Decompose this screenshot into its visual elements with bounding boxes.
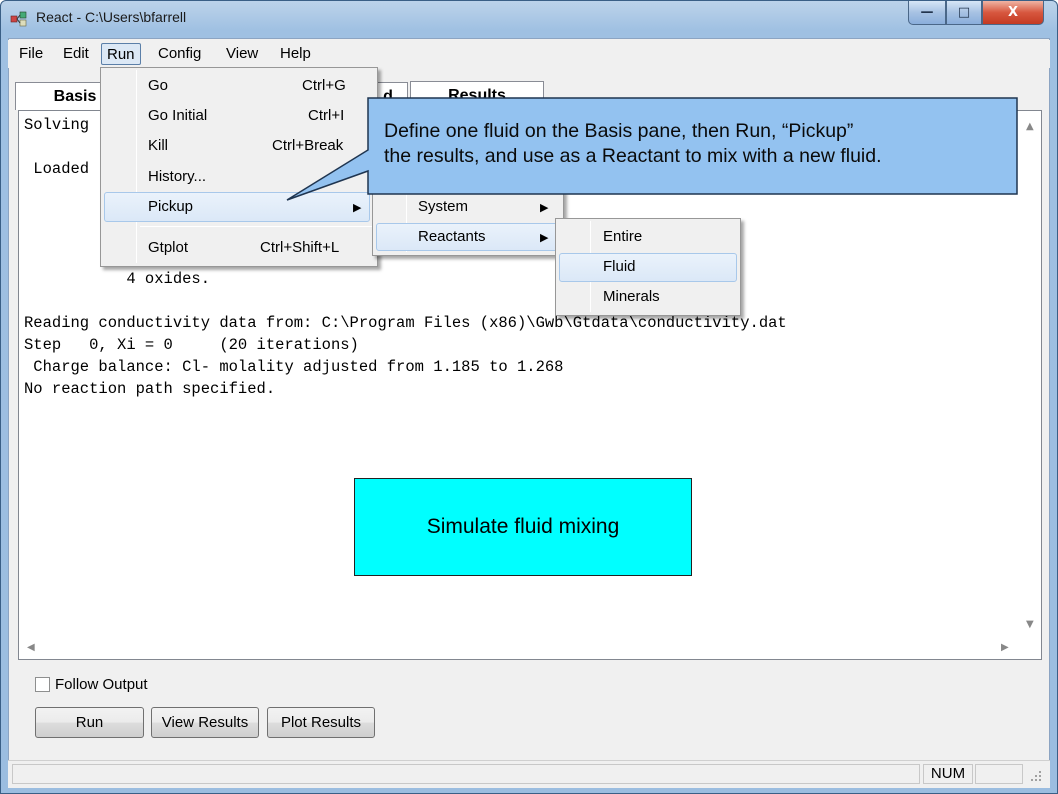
- menu-help[interactable]: Help: [275, 43, 316, 65]
- minimize-button[interactable]: —: [908, 1, 946, 25]
- output-line: Solving: [24, 116, 90, 134]
- menu-gutter: [136, 70, 137, 263]
- run-menu-gtplot-shortcut: Ctrl+Shift+L: [260, 239, 340, 256]
- run-menu: [100, 67, 378, 267]
- minimize-icon: —: [920, 5, 934, 20]
- run-menu-kill-shortcut: Ctrl+Break: [272, 137, 344, 154]
- status-panel: [12, 764, 920, 784]
- resize-grip-icon[interactable]: [1028, 768, 1044, 784]
- simulate-fluid-mixing-box: Simulate fluid mixing: [354, 478, 692, 576]
- plot-results-label: Plot Results: [280, 714, 362, 731]
- tab-basis-label: Basis: [53, 88, 97, 105]
- output-line: Step 0, Xi = 0 (20 iterations): [24, 336, 359, 354]
- reactants-submenu-minerals[interactable]: Minerals: [603, 288, 660, 305]
- maximize-button[interactable]: □: [946, 1, 982, 25]
- run-button-label: Run: [75, 714, 104, 731]
- output-line: Charge balance: Cl- molality adjusted fr…: [24, 358, 564, 376]
- pickup-submenu-arrow-icon: ▶: [353, 202, 362, 214]
- tab-results-label: Results: [448, 87, 506, 104]
- close-button[interactable]: X: [982, 1, 1044, 25]
- callout-line-2: the results, and use as a Reactant to mi…: [384, 145, 882, 167]
- reactants-submenu-fluid[interactable]: Fluid: [603, 258, 636, 275]
- view-results-label: View Results: [161, 714, 249, 731]
- scroll-right-icon[interactable]: ▶: [1001, 642, 1009, 653]
- plot-results-button[interactable]: Plot Results: [267, 707, 375, 738]
- run-menu-pickup[interactable]: Pickup: [148, 198, 193, 215]
- status-num: NUM: [923, 764, 973, 784]
- maximize-icon: □: [957, 5, 971, 20]
- vertical-scrollbar[interactable]: ▲ ▼: [1020, 111, 1041, 638]
- output-line: No reaction path specified.: [24, 380, 276, 398]
- menu-view[interactable]: View: [221, 43, 263, 65]
- horizontal-scrollbar[interactable]: ◀ ▶: [19, 638, 1020, 659]
- output-line: 4 oxides.: [24, 270, 211, 288]
- reactants-submenu-arrow-icon: ▶: [540, 232, 549, 244]
- output-line: Loaded: [24, 160, 90, 178]
- tab-results[interactable]: Results: [410, 81, 544, 111]
- scroll-left-icon[interactable]: ◀: [27, 642, 35, 653]
- pickup-submenu-reactants[interactable]: Reactants: [418, 228, 486, 245]
- run-menu-kill[interactable]: Kill: [148, 137, 168, 154]
- reactants-submenu-entire[interactable]: Entire: [603, 228, 642, 245]
- menu-config[interactable]: Config: [153, 43, 206, 65]
- title-bar[interactable]: React - C:\Users\bfarrell: [0, 0, 1058, 38]
- run-menu-go-shortcut: Ctrl+G: [302, 77, 346, 94]
- callout-text: Define one fluid on the Basis pane, then…: [384, 119, 1014, 169]
- system-submenu-arrow-icon: ▶: [540, 202, 549, 214]
- menu-run[interactable]: Run: [101, 43, 141, 65]
- menu-edit[interactable]: Edit: [58, 43, 94, 65]
- callout-line-1: Define one fluid on the Basis pane, then…: [384, 120, 854, 142]
- run-menu-history[interactable]: History...: [148, 168, 206, 185]
- follow-output-label: Follow Output: [55, 676, 148, 693]
- scroll-down-icon[interactable]: ▼: [1026, 619, 1034, 630]
- window-title: React - C:\Users\bfarrell: [36, 9, 187, 25]
- run-menu-gtplot[interactable]: Gtplot: [148, 239, 188, 256]
- output-line: Reading conductivity data from: C:\Progr…: [24, 314, 787, 332]
- close-icon: X: [1007, 5, 1019, 20]
- run-button[interactable]: Run: [35, 707, 144, 738]
- reactants-submenu-item-highlight: [559, 253, 737, 282]
- scroll-up-icon[interactable]: ▲: [1026, 121, 1034, 132]
- menu-file[interactable]: File: [14, 43, 48, 65]
- pickup-submenu-system[interactable]: System: [418, 198, 468, 215]
- view-results-button[interactable]: View Results: [151, 707, 259, 738]
- menu-separator: [140, 226, 374, 227]
- run-menu-go-initial[interactable]: Go Initial: [148, 107, 207, 124]
- run-menu-go[interactable]: Go: [148, 77, 168, 94]
- status-panel-2: [975, 764, 1023, 784]
- tab-hidden-label: d: [383, 88, 393, 105]
- app-icon: [10, 11, 27, 27]
- run-menu-item-highlight: [104, 192, 370, 222]
- follow-output-checkbox[interactable]: [35, 677, 50, 692]
- run-menu-go-initial-shortcut: Ctrl+I: [308, 107, 345, 124]
